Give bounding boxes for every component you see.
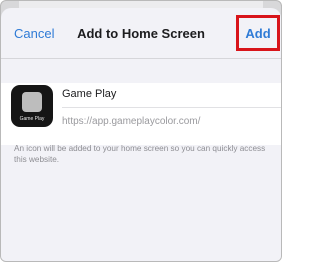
app-icon-label: Game Play (19, 116, 45, 122)
game-screen-icon (22, 92, 42, 112)
app-icon: Game Play (11, 85, 53, 127)
info-text: An icon will be added to your home scree… (14, 144, 266, 164)
app-name-field[interactable]: Game Play (62, 88, 116, 100)
add-to-home-screen-sheet: Cancel Add to Home Screen Add Game Play … (1, 8, 281, 261)
card-divider (62, 107, 281, 108)
add-button[interactable]: Add (239, 26, 277, 41)
phone-frame: Cancel Add to Home Screen Add Game Play … (0, 0, 282, 262)
bookmark-card: Game Play Game Play https://app.gameplay… (1, 83, 281, 145)
navigation-bar: Cancel Add to Home Screen Add (1, 8, 281, 59)
website-url: https://app.gameplaycolor.com/ (62, 116, 201, 127)
add-button-highlight: Add (236, 15, 280, 51)
